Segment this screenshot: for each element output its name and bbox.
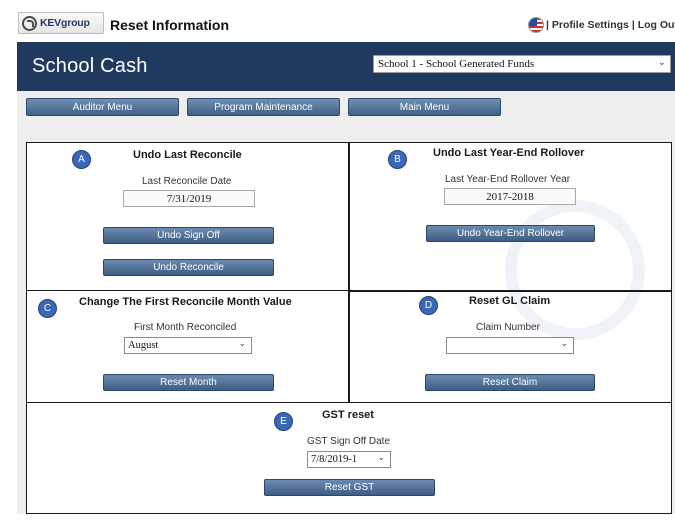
panel-title: Reset GL Claim — [469, 295, 551, 307]
first-month-dropdown[interactable]: August ⌄ — [124, 337, 252, 354]
undo-sign-off-button[interactable]: Undo Sign Off — [103, 227, 274, 244]
profile-settings-link[interactable]: Profile Settings — [552, 19, 629, 31]
school-select-value: School 1 - School Generated Funds — [378, 58, 535, 70]
gst-sign-off-date-label: GST Sign Off Date — [307, 436, 391, 447]
program-maintenance-button[interactable]: Program Maintenance — [187, 98, 340, 116]
chevron-down-icon: ⌄ — [560, 339, 568, 349]
us-flag-icon[interactable] — [528, 17, 544, 33]
auditor-menu-button[interactable]: Auditor Menu — [26, 98, 179, 116]
panel-title: Undo Last Reconcile — [133, 149, 242, 161]
claim-number-label: Claim Number — [476, 322, 540, 333]
badge-d: D — [419, 296, 438, 315]
panel-undo-last-reconcile: A Undo Last Reconcile Last Reconcile Dat… — [26, 142, 350, 292]
panel-undo-year-end-rollover: B Undo Last Year-End Rollover Last Year-… — [348, 142, 672, 292]
badge-b: B — [388, 150, 407, 169]
app-title: School Cash — [32, 55, 148, 77]
panel-title: GST reset — [322, 409, 374, 421]
panel-gst-reset: E GST reset GST Sign Off Date 7/8/2019-1… — [26, 402, 672, 514]
chevron-down-icon: ⌄ — [238, 339, 246, 349]
chevron-down-icon: ⌄ — [377, 453, 385, 463]
panel-title: Change The First Reconcile Month Value — [79, 296, 292, 308]
panel-title: Undo Last Year-End Rollover — [433, 147, 585, 159]
logo-text: KEVgroup — [40, 17, 90, 29]
top-bar: KEVgroup Reset Information | Profile Set… — [0, 0, 675, 42]
badge-e: E — [274, 412, 293, 431]
undo-year-end-rollover-button[interactable]: Undo Year-End Rollover — [426, 225, 595, 242]
gst-sign-off-date-dropdown[interactable]: 7/8/2019-1 ⌄ — [307, 451, 391, 468]
separator: | — [546, 19, 549, 31]
gst-sign-off-date-value: 7/8/2019-1 — [311, 454, 358, 465]
reset-month-button[interactable]: Reset Month — [103, 374, 274, 391]
first-month-reconciled-label: First Month Reconciled — [134, 322, 237, 333]
page-title: Reset Information — [110, 17, 230, 33]
rollover-year-value: 2017-2018 — [444, 188, 576, 205]
last-reconcile-date-label: Last Reconcile Date — [142, 176, 232, 187]
badge-a: A — [72, 150, 91, 169]
top-links: | Profile Settings | Log Out — [546, 19, 675, 31]
first-month-dropdown-value: August — [128, 340, 159, 351]
badge-c: C — [38, 299, 57, 318]
panel-change-first-reconcile-month: C Change The First Reconcile Month Value… — [26, 290, 350, 404]
panel-reset-gl-claim: D Reset GL Claim Claim Number ⌄ Reset Cl… — [348, 290, 672, 404]
last-reconcile-date-value: 7/31/2019 — [123, 190, 255, 207]
reset-gst-button[interactable]: Reset GST — [264, 479, 435, 496]
kevgroup-logo[interactable]: KEVgroup — [18, 12, 104, 34]
rollover-year-label: Last Year-End Rollover Year — [445, 174, 571, 185]
app-header: School Cash School 1 - School Generated … — [17, 42, 675, 91]
main-menu-button[interactable]: Main Menu — [348, 98, 501, 116]
school-select[interactable]: School 1 - School Generated Funds ⌄ — [373, 55, 671, 73]
reset-claim-button[interactable]: Reset Claim — [425, 374, 595, 391]
kevgroup-logo-icon — [22, 15, 37, 31]
separator: | — [631, 19, 635, 31]
chevron-down-icon: ⌄ — [657, 57, 666, 68]
logout-link[interactable]: Log Out — [638, 19, 675, 31]
claim-number-dropdown[interactable]: ⌄ — [446, 337, 574, 354]
undo-reconcile-button[interactable]: Undo Reconcile — [103, 259, 274, 276]
